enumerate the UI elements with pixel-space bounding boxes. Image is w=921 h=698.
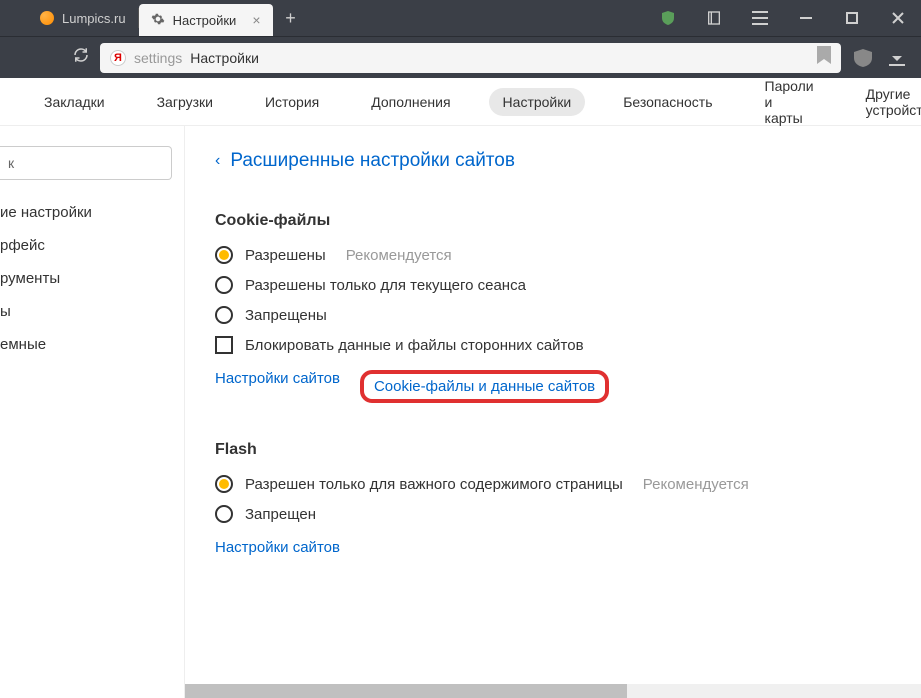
downloads-icon[interactable] bbox=[885, 50, 909, 66]
option-session-only[interactable]: Разрешены только для текущего сеанса bbox=[215, 276, 891, 294]
back-link[interactable]: ‹ Расширенные настройки сайтов bbox=[215, 150, 891, 172]
sidebar-item[interactable]: рументы bbox=[0, 262, 184, 295]
option-flash-important[interactable]: Разрешен только для важного содержимого … bbox=[215, 475, 891, 493]
tab-settings[interactable]: Настройки × bbox=[139, 4, 273, 36]
maximize-button[interactable] bbox=[829, 0, 875, 36]
bookmark-icon[interactable] bbox=[817, 46, 831, 69]
option-label: Разрешены bbox=[245, 247, 326, 264]
section-flash: Flash Разрешен только для важного содерж… bbox=[215, 441, 891, 556]
nav-tabs: Закладки Загрузки История Дополнения Нас… bbox=[0, 78, 921, 126]
navtab-security[interactable]: Безопасность bbox=[609, 88, 726, 116]
favicon-icon bbox=[40, 11, 54, 25]
navtab-passwords[interactable]: Пароли и карты bbox=[751, 72, 828, 132]
titlebar: Lumpics.ru Настройки × + bbox=[0, 0, 921, 36]
search-input[interactable]: к bbox=[0, 146, 172, 180]
section-cookies: Cookie-файлы Разрешены Рекомендуется Раз… bbox=[215, 212, 891, 403]
menu-icon[interactable] bbox=[737, 0, 783, 36]
url-text: Настройки bbox=[190, 50, 259, 66]
navtab-bookmarks[interactable]: Закладки bbox=[30, 88, 119, 116]
sidebar: к ие настройки рфейс рументы ы емные bbox=[0, 126, 185, 698]
new-tab-button[interactable]: + bbox=[273, 0, 309, 36]
reload-icon[interactable] bbox=[72, 46, 90, 69]
navtab-downloads[interactable]: Загрузки bbox=[143, 88, 227, 116]
sidebar-item[interactable]: емные bbox=[0, 328, 184, 361]
content-area: ‹ Расширенные настройки сайтов Cookie-фа… bbox=[185, 126, 921, 698]
radio-icon bbox=[215, 276, 233, 294]
ublock-icon[interactable] bbox=[851, 49, 875, 67]
url-prefix: settings bbox=[134, 50, 182, 66]
checkbox-icon bbox=[215, 336, 233, 354]
navtab-history[interactable]: История bbox=[251, 88, 333, 116]
navtab-settings[interactable]: Настройки bbox=[489, 88, 586, 116]
back-link-text: Расширенные настройки сайтов bbox=[230, 150, 515, 172]
option-label: Разрешены только для текущего сеанса bbox=[245, 277, 526, 294]
bookmarks-icon[interactable] bbox=[691, 0, 737, 36]
option-label: Блокировать данные и файлы сторонних сай… bbox=[245, 337, 584, 354]
link-site-settings[interactable]: Настройки сайтов bbox=[215, 539, 340, 556]
scrollbar-thumb[interactable] bbox=[185, 684, 627, 698]
navtab-addons[interactable]: Дополнения bbox=[357, 88, 464, 116]
option-blocked[interactable]: Запрещены bbox=[215, 306, 891, 324]
radio-icon bbox=[215, 475, 233, 493]
horizontal-scrollbar[interactable] bbox=[185, 684, 921, 698]
radio-icon bbox=[215, 246, 233, 264]
section-links: Настройки сайтов bbox=[215, 539, 891, 556]
yandex-icon: Я bbox=[110, 50, 126, 66]
tab-title: Lumpics.ru bbox=[62, 11, 126, 26]
sidebar-item[interactable]: рфейс bbox=[0, 229, 184, 262]
close-button[interactable] bbox=[875, 0, 921, 36]
radio-icon bbox=[215, 505, 233, 523]
address-bar[interactable]: Я settings Настройки bbox=[100, 43, 841, 73]
navtab-devices[interactable]: Другие устройства bbox=[852, 80, 921, 124]
recommended-label: Рекомендуется bbox=[346, 247, 452, 264]
close-icon[interactable]: × bbox=[252, 12, 260, 28]
minimize-button[interactable] bbox=[783, 0, 829, 36]
recommended-label: Рекомендуется bbox=[643, 476, 749, 493]
sidebar-item[interactable]: ие настройки bbox=[0, 196, 184, 229]
section-title: Flash bbox=[215, 441, 891, 459]
gear-icon bbox=[151, 12, 165, 29]
link-cookie-data[interactable]: Cookie-файлы и данные сайтов bbox=[360, 370, 609, 403]
body-container: к ие настройки рфейс рументы ы емные ‹ Р… bbox=[0, 126, 921, 698]
sidebar-item[interactable]: ы bbox=[0, 295, 184, 328]
option-flash-blocked[interactable]: Запрещен bbox=[215, 505, 891, 523]
chevron-left-icon: ‹ bbox=[215, 152, 220, 170]
option-label: Запрещен bbox=[245, 506, 316, 523]
tab-lumpics[interactable]: Lumpics.ru bbox=[28, 0, 138, 36]
option-allowed[interactable]: Разрешены Рекомендуется bbox=[215, 246, 891, 264]
option-label: Запрещены bbox=[245, 307, 327, 324]
option-block-thirdparty[interactable]: Блокировать данные и файлы сторонних сай… bbox=[215, 336, 891, 354]
link-site-settings[interactable]: Настройки сайтов bbox=[215, 370, 340, 403]
section-title: Cookie-файлы bbox=[215, 212, 891, 230]
radio-icon bbox=[215, 306, 233, 324]
search-text: к bbox=[8, 155, 14, 171]
option-label: Разрешен только для важного содержимого … bbox=[245, 476, 623, 493]
section-links: Настройки сайтов Cookie-файлы и данные с… bbox=[215, 370, 891, 403]
tab-title: Настройки bbox=[173, 13, 237, 28]
shield-icon[interactable] bbox=[645, 0, 691, 36]
